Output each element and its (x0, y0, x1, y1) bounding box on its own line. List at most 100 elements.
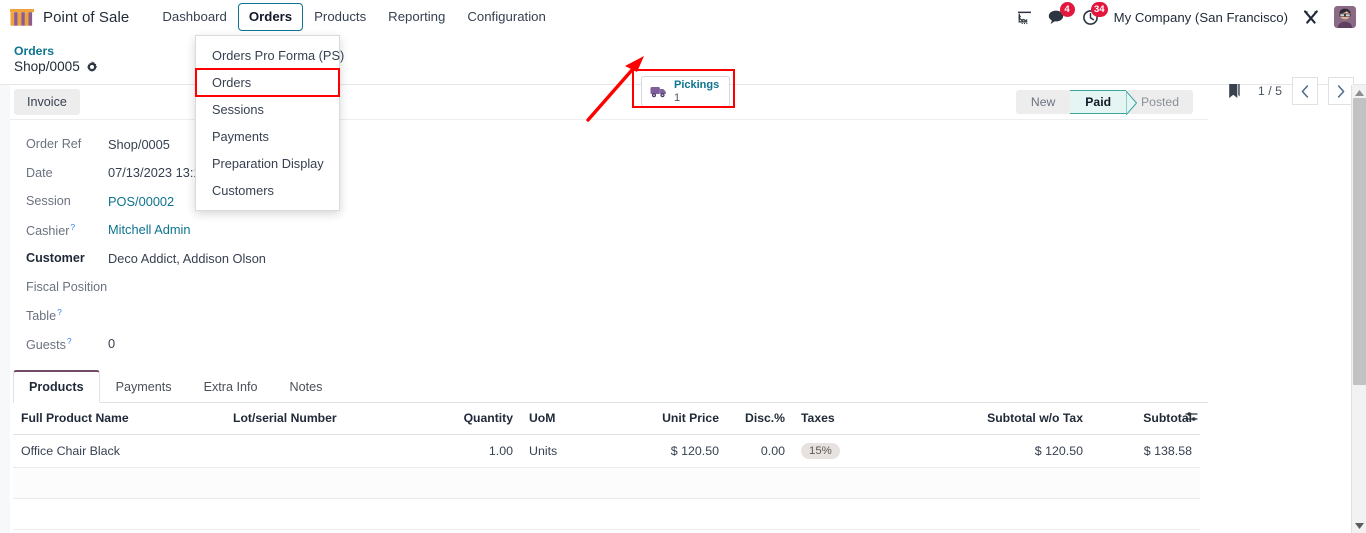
dropdown-item-orders-pro-forma[interactable]: Orders Pro Forma (PS) (196, 42, 344, 69)
table-row-empty[interactable] (13, 529, 1200, 533)
activities-counter: 34 (1091, 2, 1108, 17)
scroll-down-arrow-icon[interactable] (1352, 518, 1366, 533)
help-icon[interactable]: ? (57, 307, 62, 317)
cell-taxes[interactable]: 15% (793, 434, 941, 468)
help-icon[interactable]: ? (67, 336, 72, 346)
field-order-ref: Order Ref Shop/0005 (0, 130, 1208, 159)
field-guests: Guests? 0 (0, 330, 1208, 359)
orders-dropdown-menu: Orders Pro Forma (PS) Orders Sessions Pa… (195, 35, 344, 211)
tab-products[interactable]: Products (13, 370, 100, 403)
field-value-guests[interactable]: 0 (108, 336, 115, 351)
table-body: Office Chair Black 1.00 Units $ 120.50 0… (13, 434, 1200, 533)
column-uom[interactable]: UoM (521, 403, 597, 435)
top-navbar: Point of Sale Dashboard Orders Products … (0, 0, 1366, 35)
scrollbar-thumb[interactable] (1353, 98, 1366, 385)
dropdown-item-sessions[interactable]: Sessions (196, 96, 339, 123)
chat-bubble-icon[interactable]: 4 (1048, 2, 1075, 27)
cell-subtotal[interactable]: $ 138.58 (1091, 434, 1200, 468)
field-label-customer: Customer (26, 251, 85, 266)
gear-icon[interactable] (86, 61, 98, 73)
left-gutter (0, 85, 10, 533)
user-avatar[interactable] (1334, 6, 1356, 28)
debug-tools-icon[interactable] (1301, 7, 1321, 27)
tax-badge: 15% (801, 443, 840, 459)
field-label-session: Session (26, 194, 71, 209)
company-switcher[interactable]: My Company (San Francisco) (1114, 10, 1288, 25)
order-form: Order Ref Shop/0005 Date 07/13/2023 13:1… (0, 120, 1208, 533)
cell-subtotal-wo-tax[interactable]: $ 120.50 (941, 434, 1091, 468)
pickings-highlight-box (632, 69, 735, 108)
breadcrumb-parent[interactable]: Orders (14, 44, 98, 58)
form-sheet: Order Ref Shop/0005 Date 07/13/2023 13:1… (0, 120, 1208, 533)
order-lines-table: Full Product Name Lot/serial Number Quan… (13, 403, 1200, 533)
cell-discount[interactable]: 0.00 (727, 434, 793, 468)
column-discount[interactable]: Disc.% (727, 403, 793, 435)
app-root: Point of Sale Dashboard Orders Products … (0, 0, 1366, 533)
vertical-scrollbar[interactable] (1351, 85, 1366, 533)
field-value-date[interactable]: 07/13/2023 13:1 (108, 165, 201, 180)
cell-unit-price[interactable]: $ 120.50 (597, 434, 727, 468)
brand-home-link[interactable]: Point of Sale (0, 8, 135, 26)
field-fiscal-position: Fiscal Position (0, 273, 1208, 302)
table-row[interactable]: Office Chair Black 1.00 Units $ 120.50 0… (13, 434, 1200, 468)
cell-empty (13, 529, 1200, 533)
tab-extra-info[interactable]: Extra Info (188, 371, 274, 402)
menu-item-configuration[interactable]: Configuration (456, 3, 556, 31)
voip-phone-icon[interactable] (1015, 7, 1035, 27)
clock-activity-icon[interactable]: 34 (1081, 2, 1108, 27)
invoice-button[interactable]: Invoice (14, 89, 80, 115)
dropdown-item-customers[interactable]: Customers (196, 177, 339, 204)
field-cashier: Cashier? Mitchell Admin (0, 216, 1208, 245)
field-date: Date 07/13/2023 13:1 (0, 159, 1208, 188)
field-value-session[interactable]: POS/00002 (108, 194, 174, 209)
navbar-systray: 4 34 My Company (San Francisco) (1015, 2, 1366, 28)
table-row-empty[interactable] (13, 498, 1200, 530)
dropdown-item-orders[interactable]: Orders (195, 68, 340, 97)
menu-item-orders[interactable]: Orders (237, 3, 304, 31)
column-quantity[interactable]: Quantity (453, 403, 521, 435)
menu-item-reporting[interactable]: Reporting (377, 3, 456, 31)
cell-uom[interactable]: Units (521, 434, 597, 468)
dropdown-item-preparation-display[interactable]: Preparation Display (196, 150, 339, 177)
column-options-icon[interactable] (1185, 411, 1198, 425)
breadcrumb-current: Shop/0005 (14, 59, 80, 75)
column-unit-price[interactable]: Unit Price (597, 403, 727, 435)
menu-item-dashboard[interactable]: Dashboard (151, 3, 238, 31)
form-status-header: Invoice New Paid Posted (0, 85, 1208, 120)
dropdown-item-payments[interactable]: Payments (196, 123, 339, 150)
cell-empty (13, 498, 1200, 530)
pos-shop-awning-icon (10, 8, 34, 26)
column-subtotal[interactable]: Subtotal (1091, 403, 1200, 435)
tab-payments[interactable]: Payments (100, 371, 188, 402)
messaging-counter: 4 (1059, 2, 1075, 17)
brand-name: Point of Sale (43, 8, 130, 26)
pager-previous-button[interactable] (1292, 77, 1318, 105)
cell-quantity[interactable]: 1.00 (453, 434, 521, 468)
field-table: Table? (0, 301, 1208, 330)
tab-notes[interactable]: Notes (274, 371, 339, 402)
notebook: Products Payments Extra Info Notes Full … (0, 370, 1208, 533)
help-icon[interactable]: ? (70, 222, 75, 232)
field-session: Session POS/00002 (0, 187, 1208, 216)
field-value-cashier[interactable]: Mitchell Admin (108, 222, 191, 237)
cell-full-product-name[interactable]: Office Chair Black (13, 434, 225, 468)
field-label-guests: Guests? (26, 335, 72, 352)
cell-lot-serial-number[interactable] (225, 434, 453, 468)
status-bar: New Paid Posted (1015, 89, 1193, 117)
notebook-tabs: Products Payments Extra Info Notes (13, 370, 1208, 403)
menu-item-products[interactable]: Products (303, 3, 377, 31)
field-value-customer[interactable]: Deco Addict, Addison Olson (108, 251, 266, 266)
column-lot-serial-number[interactable]: Lot/serial Number (225, 403, 453, 435)
status-paid[interactable]: Paid (1070, 89, 1138, 117)
column-taxes[interactable]: Taxes (793, 403, 941, 435)
bookmark-icon[interactable] (1227, 83, 1242, 100)
column-subtotal-wo-tax[interactable]: Subtotal w/o Tax (941, 403, 1091, 435)
status-new[interactable]: New (1015, 90, 1071, 114)
main-menu: Dashboard Orders Products Reporting Conf… (151, 0, 556, 35)
field-label-table: Table? (26, 307, 62, 324)
column-full-product-name[interactable]: Full Product Name (13, 403, 225, 435)
table-row-empty[interactable] (13, 467, 1200, 499)
smart-buttons: Pickings 1 (632, 69, 735, 108)
status-arrow-icon (1125, 89, 1138, 117)
field-value-order-ref[interactable]: Shop/0005 (108, 137, 170, 152)
